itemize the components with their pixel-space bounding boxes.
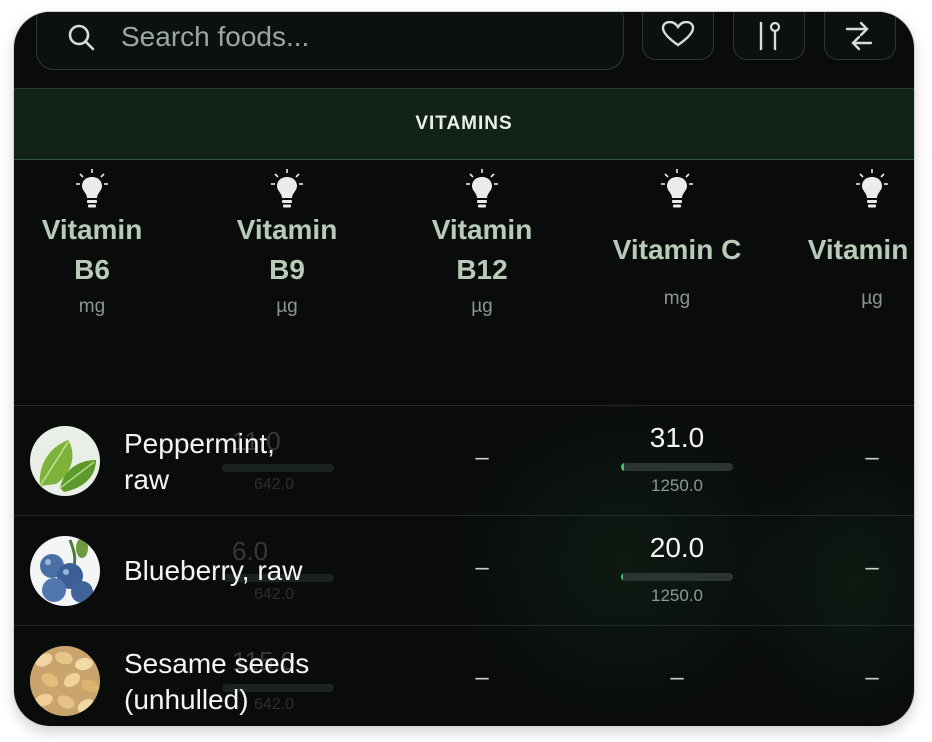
empty-value: – [670, 664, 684, 691]
column-unit: µg [861, 288, 883, 309]
empty-value: – [865, 664, 879, 691]
empty-value: – [475, 554, 489, 581]
lightbulb-icon [856, 169, 888, 208]
food-row[interactable]: 6.0 642.0 Blueberry, raw –20.0 1250.0– [14, 516, 914, 626]
lightbulb-icon [76, 169, 108, 208]
column-unit: mg [78, 296, 106, 317]
column-name: Vitamin D [807, 234, 909, 265]
column-name: Vitamin C [612, 234, 742, 265]
column-unit: µg [471, 296, 493, 317]
column-header[interactable]: Vitamin B6 mg [14, 168, 182, 318]
lightbulb-icon [271, 169, 303, 208]
progress-fill [621, 573, 623, 581]
food-thumbnail [30, 646, 100, 716]
section-title: VITAMINS [415, 113, 513, 134]
vitamin-c-progress [621, 573, 733, 581]
progress-fill [621, 463, 624, 471]
swap-icon [845, 21, 873, 51]
column-header[interactable]: Vitamin B12 µg [392, 168, 572, 318]
food-thumbnail [30, 426, 100, 496]
favorites-button[interactable] [642, 12, 714, 60]
column-header[interactable]: Vitamin B9 µg [197, 168, 377, 318]
blueberry-image [30, 536, 100, 606]
lightbulb-icon [661, 169, 693, 208]
fork-knife-icon [759, 21, 781, 51]
vitamin-c-reference: 1250.0 [651, 476, 703, 495]
vitamin-c-reference: 1250.0 [651, 586, 703, 605]
search-bar[interactable]: Search foods... [36, 12, 624, 70]
section-header: VITAMINS [14, 88, 914, 160]
column-header[interactable]: Vitamin C mg [587, 168, 767, 310]
empty-value: – [475, 664, 489, 691]
compare-button[interactable] [824, 12, 896, 60]
empty-value: – [865, 444, 879, 471]
empty-value: – [865, 554, 879, 581]
column-name: Vitamin B6 [41, 214, 143, 285]
filter-button[interactable] [733, 12, 805, 60]
food-thumbnail [30, 536, 100, 606]
app-frame: Search foods... VITAMINS Vitamin B6 mg V… [14, 12, 914, 726]
heart-icon [661, 21, 695, 47]
column-unit: µg [276, 296, 298, 317]
food-name[interactable]: Sesame seeds (unhulled) [124, 646, 309, 718]
food-name[interactable]: Peppermint, raw [124, 426, 275, 498]
search-icon [68, 24, 95, 51]
column-name: Vitamin B9 [236, 214, 338, 285]
column-name: Vitamin B12 [431, 214, 533, 285]
food-row[interactable]: 115.0 642.0 Sesame seeds (unhulled) – – – [14, 626, 914, 726]
search-input[interactable]: Search foods... [121, 21, 309, 53]
food-row[interactable]: 11.0 642.0 Peppermint, raw –31.0 1250.0– [14, 406, 914, 516]
column-unit: mg [663, 288, 691, 309]
empty-value: – [475, 444, 489, 471]
vitamin-c-value: 20.0 [649, 532, 705, 563]
peppermint-image [30, 426, 100, 496]
sesame-seeds-image [30, 646, 100, 716]
vitamin-c-value: 31.0 [649, 422, 705, 453]
vitamin-c-progress [621, 463, 733, 471]
column-header[interactable]: Vitamin D µg [782, 168, 914, 310]
food-name[interactable]: Blueberry, raw [124, 553, 302, 589]
lightbulb-icon [466, 169, 498, 208]
